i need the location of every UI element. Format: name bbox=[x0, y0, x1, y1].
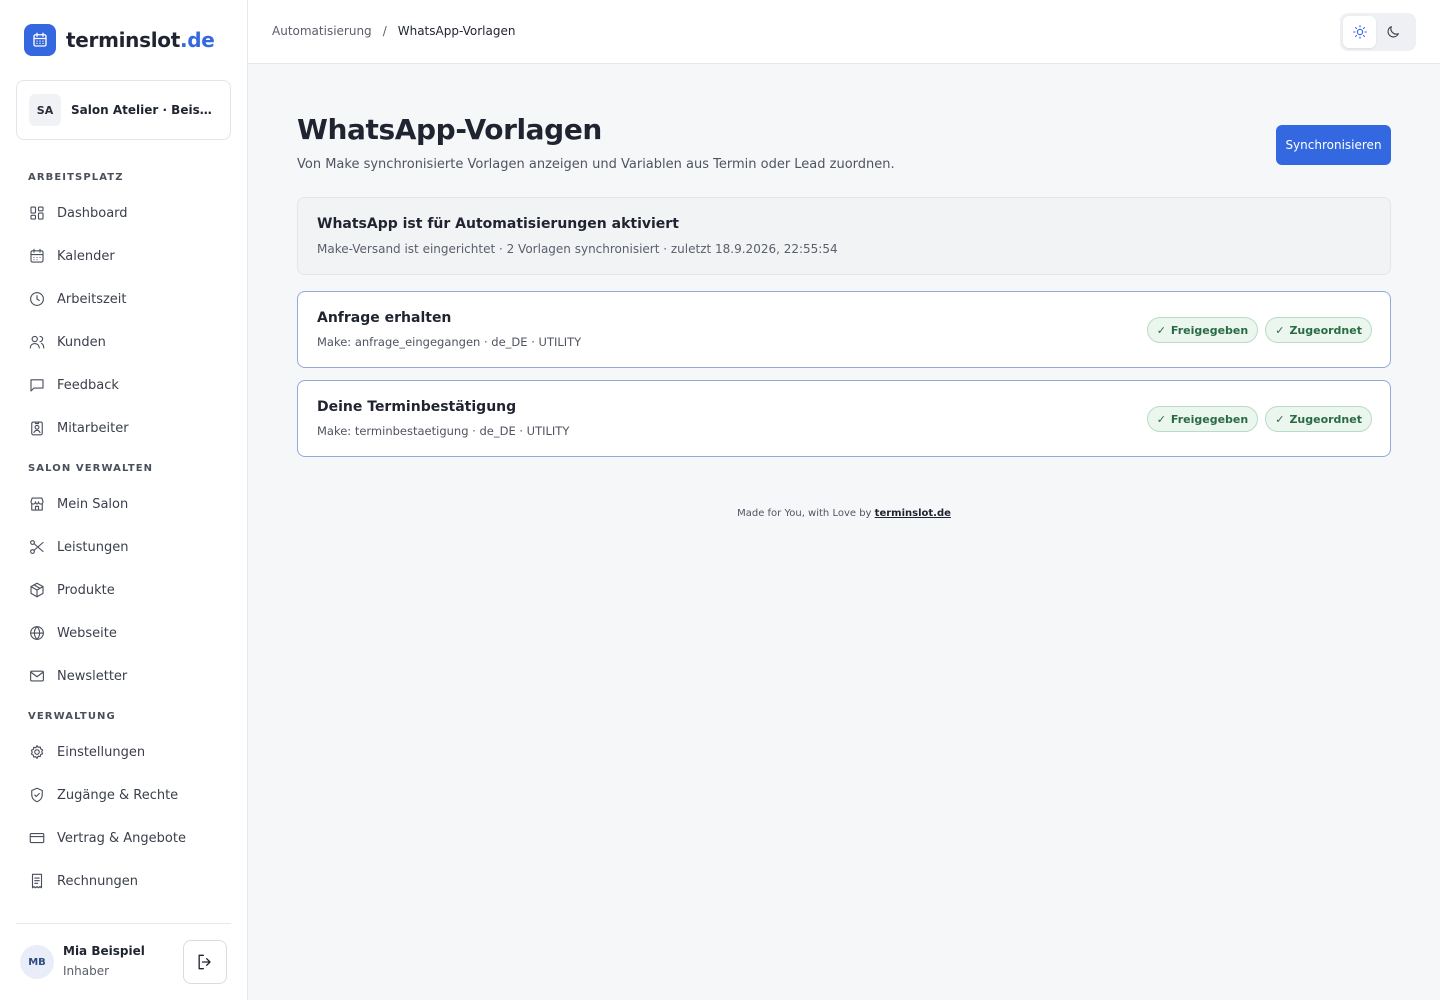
clock-icon bbox=[30, 292, 44, 306]
breadcrumb-current: WhatsApp-Vorlagen bbox=[397, 24, 516, 38]
sidebar: terminslot.de SA Salon Atelier · Beispie… bbox=[0, 0, 248, 1000]
status-badge-zugeordnet: ✓ Zugeordnet bbox=[1265, 406, 1372, 432]
sidebar-item-label: Kunden bbox=[57, 334, 106, 350]
salon-avatar: SA bbox=[29, 94, 61, 126]
dark-mode-button[interactable] bbox=[1376, 16, 1409, 48]
template-card[interactable]: Deine Terminbestätigung Make: terminbest… bbox=[297, 380, 1391, 457]
message-icon bbox=[30, 379, 44, 392]
topbar: Automatisierung / WhatsApp-Vorlagen bbox=[248, 0, 1440, 64]
section-label-verwaltung: VERWALTUNG bbox=[28, 711, 116, 722]
sidebar-item-rechnungen[interactable]: Rechnungen bbox=[28, 869, 228, 893]
footer-text: Made for You, with Love by bbox=[737, 508, 872, 519]
sidebar-item-label: Vertrag & Angebote bbox=[57, 830, 186, 846]
sidebar-item-label: Mitarbeiter bbox=[57, 420, 129, 436]
theme-toggle bbox=[1340, 13, 1416, 51]
breadcrumb-link-automatisierung[interactable]: Automatisierung bbox=[272, 24, 372, 38]
calendar-logo-icon bbox=[24, 24, 56, 56]
sidebar-item-dashboard[interactable]: Dashboard bbox=[28, 201, 228, 225]
sidebar-item-label: Kalender bbox=[57, 248, 115, 264]
sync-button[interactable]: Synchronisieren bbox=[1276, 125, 1391, 165]
light-mode-button[interactable] bbox=[1343, 16, 1376, 48]
sidebar-item-zugaenge-rechte[interactable]: Zugänge & Rechte bbox=[28, 783, 228, 807]
sidebar-item-label: Newsletter bbox=[57, 668, 128, 684]
sidebar-item-label: Zugänge & Rechte bbox=[57, 787, 179, 803]
badge-icon bbox=[31, 421, 43, 436]
template-badges: ✓ Freigegeben ✓ Zugeordnet bbox=[1146, 406, 1372, 432]
template-badges: ✓ Freigegeben ✓ Zugeordnet bbox=[1146, 317, 1372, 343]
logout-icon bbox=[198, 954, 211, 970]
check-icon: ✓ bbox=[1275, 412, 1285, 426]
users-icon bbox=[29, 335, 45, 349]
gear-icon bbox=[30, 745, 44, 759]
sidebar-item-mitarbeiter[interactable]: Mitarbeiter bbox=[28, 416, 228, 440]
user-name: Mia Beispiel bbox=[63, 944, 145, 958]
calendar-icon bbox=[30, 248, 44, 263]
status-badge-freigegeben: ✓ Freigegeben bbox=[1146, 317, 1259, 343]
footer: Made for You, with Love by terminslot.de bbox=[248, 508, 1440, 519]
sidebar-item-kalender[interactable]: Kalender bbox=[28, 244, 228, 268]
template-meta: Make: terminbestaetigung · de_DE · UTILI… bbox=[317, 424, 570, 438]
salon-switcher[interactable]: SA Salon Atelier · Beispiel… bbox=[16, 80, 231, 140]
page-title: WhatsApp-Vorlagen bbox=[297, 113, 602, 146]
section-label-arbeitsplatz: ARBEITSPLATZ bbox=[28, 172, 124, 183]
sidebar-item-arbeitszeit[interactable]: Arbeitszeit bbox=[28, 287, 228, 311]
check-icon: ✓ bbox=[1156, 323, 1166, 337]
user-avatar: MB bbox=[20, 945, 54, 979]
mail-icon bbox=[30, 670, 44, 682]
sidebar-item-label: Dashboard bbox=[57, 205, 128, 221]
brand-logo[interactable]: terminslot.de bbox=[24, 24, 215, 56]
logout-button[interactable] bbox=[183, 940, 227, 984]
sidebar-item-einstellungen[interactable]: Einstellungen bbox=[28, 740, 228, 764]
page-subtitle: Von Make synchronisierte Vorlagen anzeig… bbox=[297, 157, 895, 172]
sidebar-item-label: Produkte bbox=[57, 582, 115, 598]
sidebar-item-label: Leistungen bbox=[57, 539, 129, 555]
store-icon bbox=[30, 497, 44, 511]
check-icon: ✓ bbox=[1156, 412, 1166, 426]
footer-link[interactable]: terminslot.de bbox=[875, 508, 951, 519]
sidebar-divider bbox=[16, 923, 231, 924]
sidebar-item-vertrag-angebote[interactable]: Vertrag & Angebote bbox=[28, 826, 228, 850]
sidebar-item-label: Mein Salon bbox=[57, 496, 129, 512]
sidebar-item-label: Webseite bbox=[57, 625, 117, 641]
sidebar-item-mein-salon[interactable]: Mein Salon bbox=[28, 492, 228, 516]
check-icon: ✓ bbox=[1275, 323, 1285, 337]
template-meta: Make: anfrage_eingegangen · de_DE · UTIL… bbox=[317, 335, 582, 349]
sidebar-item-webseite[interactable]: Webseite bbox=[28, 621, 228, 645]
package-icon bbox=[30, 582, 44, 598]
globe-icon bbox=[30, 626, 44, 640]
moon-icon bbox=[1387, 26, 1399, 38]
status-badge-freigegeben: ✓ Freigegeben bbox=[1146, 406, 1259, 432]
sidebar-item-leistungen[interactable]: Leistungen bbox=[28, 535, 228, 559]
dashboard-icon bbox=[30, 206, 44, 220]
salon-name: Salon Atelier · Beispiel… bbox=[71, 103, 216, 117]
breadcrumb-separator: / bbox=[382, 24, 387, 38]
sidebar-item-label: Einstellungen bbox=[57, 744, 146, 760]
sidebar-item-newsletter[interactable]: Newsletter bbox=[28, 664, 228, 688]
section-label-salon-verwalten: SALON VERWALTEN bbox=[28, 463, 154, 474]
sun-icon bbox=[1352, 25, 1367, 39]
whatsapp-status-card: WhatsApp ist für Automatisierungen aktiv… bbox=[297, 197, 1391, 275]
template-name: Anfrage erhalten bbox=[317, 310, 452, 326]
status-title: WhatsApp ist für Automatisierungen aktiv… bbox=[317, 216, 679, 232]
sidebar-item-label: Arbeitszeit bbox=[57, 291, 127, 307]
template-card[interactable]: Anfrage erhalten Make: anfrage_eingegang… bbox=[297, 291, 1391, 368]
status-meta: Make-Versand ist eingerichtet · 2 Vorlag… bbox=[317, 242, 838, 256]
credit-card-icon bbox=[29, 832, 45, 844]
sidebar-item-label: Rechnungen bbox=[57, 873, 139, 889]
sidebar-item-kunden[interactable]: Kunden bbox=[28, 330, 228, 354]
breadcrumb: Automatisierung / WhatsApp-Vorlagen bbox=[272, 24, 515, 38]
template-name: Deine Terminbestätigung bbox=[317, 399, 517, 415]
sidebar-item-produkte[interactable]: Produkte bbox=[28, 578, 228, 602]
status-badge-zugeordnet: ✓ Zugeordnet bbox=[1265, 317, 1372, 343]
scissors-icon bbox=[30, 540, 44, 554]
sidebar-item-feedback[interactable]: Feedback bbox=[28, 373, 228, 397]
shield-icon bbox=[31, 787, 43, 803]
receipt-icon bbox=[31, 873, 43, 889]
user-role: Inhaber bbox=[63, 964, 110, 978]
sidebar-item-label: Feedback bbox=[57, 377, 119, 393]
brand-name: terminslot.de bbox=[66, 28, 215, 52]
